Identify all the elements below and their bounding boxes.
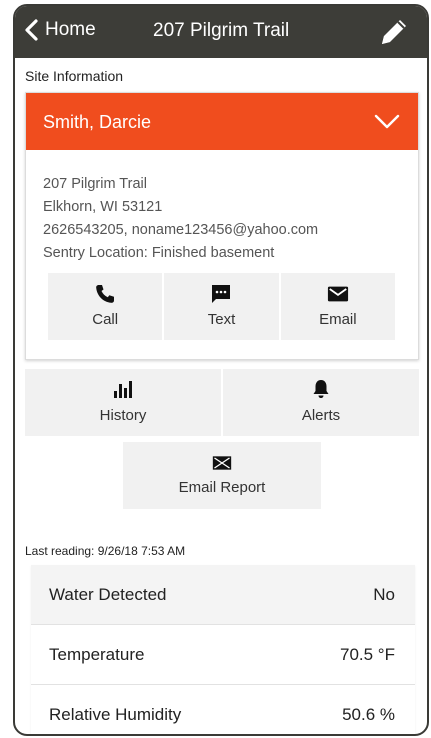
contact-header[interactable]: Smith, Darcie bbox=[26, 93, 418, 150]
envelope-icon bbox=[327, 286, 348, 302]
contact-card: Smith, Darcie 207 Pilgrim Trail Elkhorn,… bbox=[25, 92, 419, 360]
contact-actions: Call Text Email bbox=[48, 273, 395, 340]
contact-details: 207 Pilgrim Trail Elkhorn, WI 53121 2626… bbox=[43, 173, 318, 265]
chevron-left-icon bbox=[25, 19, 38, 41]
back-label: Home bbox=[45, 19, 96, 40]
reading-value: 50.6 % bbox=[342, 704, 395, 724]
history-label: History bbox=[99, 407, 147, 424]
bar-chart-icon bbox=[114, 381, 132, 398]
page-title: 207 Pilgrim Trail bbox=[153, 20, 290, 41]
reading-label: Relative Humidity bbox=[49, 704, 182, 724]
site-actions: History Alerts bbox=[25, 369, 419, 436]
reading-label: Water Detected bbox=[49, 584, 167, 604]
site-information-label: Site Information bbox=[25, 68, 124, 84]
text-button[interactable]: Text bbox=[164, 273, 279, 340]
envelope-icon bbox=[212, 456, 232, 470]
contact-name: Smith, Darcie bbox=[43, 112, 152, 132]
sentry-location: Sentry Location: Finished basement bbox=[43, 245, 275, 261]
email-label: Email bbox=[319, 311, 357, 328]
message-icon bbox=[212, 285, 231, 303]
readings-list: Water Detected No Temperature 70.5 °F Re… bbox=[31, 565, 415, 734]
pencil-icon[interactable] bbox=[377, 15, 411, 49]
reading-row-temperature[interactable]: Temperature 70.5 °F bbox=[31, 625, 415, 685]
address-line-1: 207 Pilgrim Trail bbox=[43, 176, 147, 192]
app-frame: Home 207 Pilgrim Trail Site Information … bbox=[13, 4, 429, 736]
call-label: Call bbox=[92, 311, 119, 328]
reading-value: No bbox=[373, 584, 395, 604]
back-button[interactable]: Home bbox=[23, 19, 96, 41]
email-report-button[interactable]: Email Report bbox=[123, 442, 321, 509]
reading-row-water[interactable]: Water Detected No bbox=[31, 565, 415, 625]
reading-value: 70.5 °F bbox=[340, 644, 395, 664]
email-button[interactable]: Email bbox=[280, 273, 395, 340]
alerts-button[interactable]: Alerts bbox=[223, 369, 419, 436]
alerts-label: Alerts bbox=[301, 407, 341, 424]
phone-email: 2626543205, noname123456@yahoo.com bbox=[43, 222, 319, 238]
address-line-2: Elkhorn, WI 53121 bbox=[43, 199, 163, 215]
history-button[interactable]: History bbox=[25, 369, 221, 436]
phone-icon bbox=[96, 285, 115, 303]
chevron-down-icon bbox=[374, 114, 400, 129]
reading-row-humidity[interactable]: Relative Humidity 50.6 % bbox=[31, 685, 415, 734]
bell-icon bbox=[313, 380, 329, 398]
nav-bar: Home 207 Pilgrim Trail bbox=[15, 6, 427, 58]
last-reading: Last reading: 9/26/18 7:53 AM bbox=[25, 544, 186, 558]
call-button[interactable]: Call bbox=[48, 273, 163, 340]
reading-label: Temperature bbox=[49, 644, 145, 664]
text-label: Text bbox=[207, 311, 236, 328]
email-report-label: Email Report bbox=[178, 479, 266, 496]
